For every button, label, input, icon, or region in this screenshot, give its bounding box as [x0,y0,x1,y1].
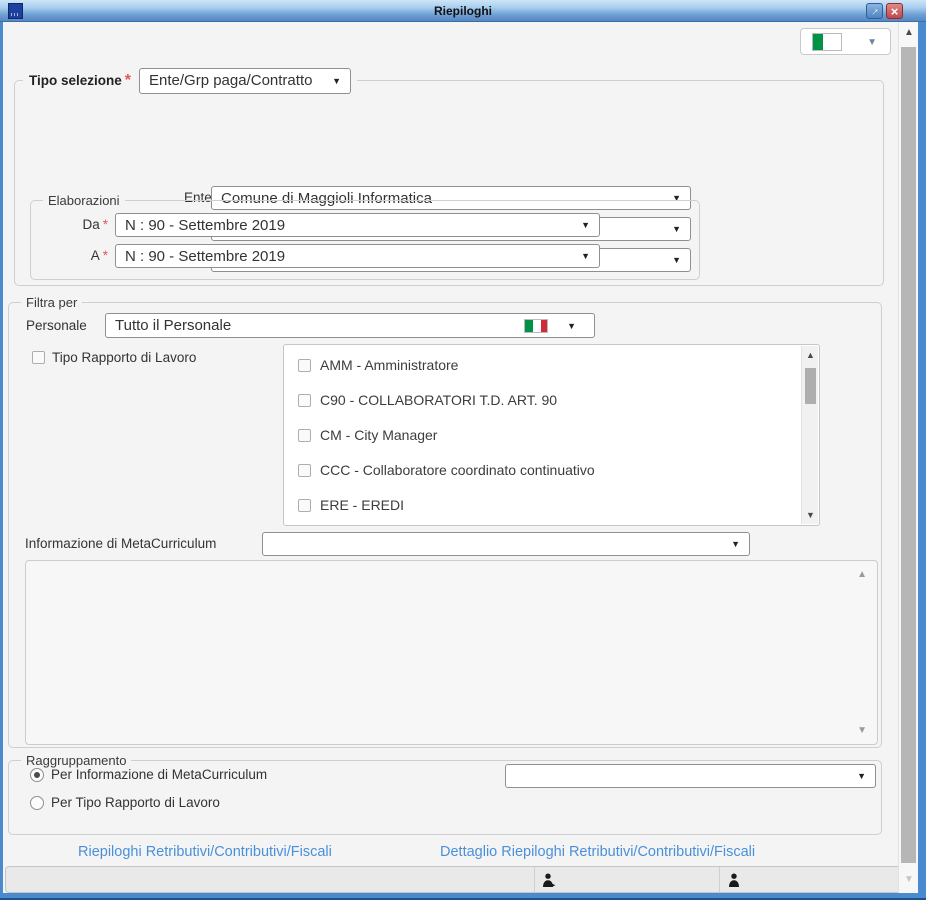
tipo-selezione-label: Tipo selezione [29,73,122,88]
chevron-down-icon: ▼ [581,220,590,230]
close-button[interactable]: × [886,3,903,19]
link-dettaglio-riepiloghi[interactable]: Dettaglio Riepiloghi Retributivi/Contrib… [440,844,755,860]
required-marker: * [102,217,108,232]
tipo-rapporto-checkbox-row[interactable]: Tipo Rapporto di Lavoro [32,350,196,365]
chevron-down-icon: ▼ [731,539,740,549]
elaborazioni-legend: Elaborazioni [43,192,125,209]
item-checkbox[interactable] [298,463,311,477]
chevron-down-icon: ▼ [857,771,866,781]
maximize-arrow-icon: → [866,2,883,19]
footer-divider [719,867,720,892]
title-bar[interactable]: Riepiloghi → × [0,0,926,22]
page-scrollbar[interactable]: ▲ ▼ [898,22,918,893]
tipo-rapporto-label: Tipo Rapporto di Lavoro [52,350,197,365]
a-label: A * [90,248,108,263]
maximize-button[interactable]: → [866,3,883,19]
radio-row-metacurriculum[interactable]: Per Informazione di MetaCurriculum [30,767,267,782]
chevron-down-icon: ▼ [332,75,342,86]
required-marker: * [102,248,108,263]
elaborazione-da-value: N : 90 - Settembre 2019 [125,216,286,234]
list-item[interactable]: C90 - COLLABORATORI T.D. ART. 90 [298,383,557,417]
list-item[interactable]: ERE - EREDI [298,488,404,522]
item-checkbox[interactable] [298,498,311,512]
elaborazione-a-value: N : 90 - Settembre 2019 [125,247,286,265]
footer-divider [534,867,535,892]
language-selector[interactable]: ▼ [800,28,891,55]
scroll-up-icon[interactable]: ▲ [802,350,819,360]
user-with-arrow-icon[interactable] [542,873,556,888]
metacurriculum-values-panel[interactable]: ▲ ▼ [25,560,878,745]
scroll-down-icon[interactable]: ▼ [899,874,919,885]
tipo-selezione-value: Ente/Grp paga/Contratto [149,72,313,89]
chevron-down-icon: ▼ [581,251,590,261]
link-riepiloghi[interactable]: Riepiloghi Retributivi/Contributivi/Fisc… [78,844,332,860]
scroll-down-icon[interactable]: ▼ [802,510,819,520]
footer-toolbar [5,866,905,893]
required-marker: * [124,71,132,89]
tipo-selezione-legend: Tipo selezione * Ente/Grp paga/Contratto… [23,67,358,94]
elaborazione-a-select[interactable]: N : 90 - Settembre 2019 ▼ [115,244,600,268]
filtra-per-legend: Filtra per [21,294,83,311]
user-icon[interactable] [727,873,741,888]
list-item[interactable]: CM - City Manager [298,418,437,452]
scroll-up-icon[interactable]: ▲ [899,27,919,38]
tipo-selezione-select[interactable]: Ente/Grp paga/Contratto ▼ [139,67,352,94]
personale-value: Tutto il Personale [115,317,232,334]
chevron-down-icon: ▼ [867,37,877,48]
scrollbar-thumb[interactable] [805,368,816,404]
radio-row-tipo-rapporto[interactable]: Per Tipo Rapporto di Lavoro [30,795,220,810]
close-icon: × [890,3,899,19]
scroll-down-icon[interactable]: ▼ [857,725,867,736]
scroll-up-icon[interactable]: ▲ [857,569,867,580]
italian-flag-icon [812,33,842,51]
item-checkbox[interactable] [298,358,311,372]
scrollbar-thumb[interactable] [901,47,916,863]
list-item[interactable]: CCC - Collaboratore coordinato continuat… [298,453,595,487]
chevron-down-icon: ▼ [567,320,576,331]
tipo-rapporto-listbox[interactable]: AMM - Amministratore C90 - COLLABORATORI… [283,344,820,526]
list-item[interactable]: AMM - Amministratore [298,348,458,382]
item-checkbox[interactable] [298,393,311,407]
listbox-scrollbar[interactable]: ▲ ▼ [801,346,818,524]
elaborazione-da-select[interactable]: N : 90 - Settembre 2019 ▼ [115,213,600,237]
riepiloghi-window: Riepiloghi → × ▼ Tipo selezione * Ente/G… [0,0,926,900]
elaborazioni-fieldset: Elaborazioni [30,192,700,280]
italian-flag-icon [524,319,548,333]
tipo-rapporto-checkbox[interactable] [32,351,45,364]
window-title: Riepiloghi [434,4,492,18]
raggruppamento-select[interactable]: ▼ [505,764,876,788]
item-checkbox[interactable] [298,428,311,442]
personale-select[interactable]: Tutto il Personale ▼ [105,313,595,338]
radio-metacurriculum[interactable] [30,767,44,782]
metacurriculum-label: Informazione di MetaCurriculum [25,536,217,551]
metacurriculum-select[interactable]: ▼ [262,532,750,556]
personale-label: Personale [26,318,87,333]
da-label: Da * [82,217,108,232]
radio-tipo-rapporto[interactable] [30,795,44,810]
